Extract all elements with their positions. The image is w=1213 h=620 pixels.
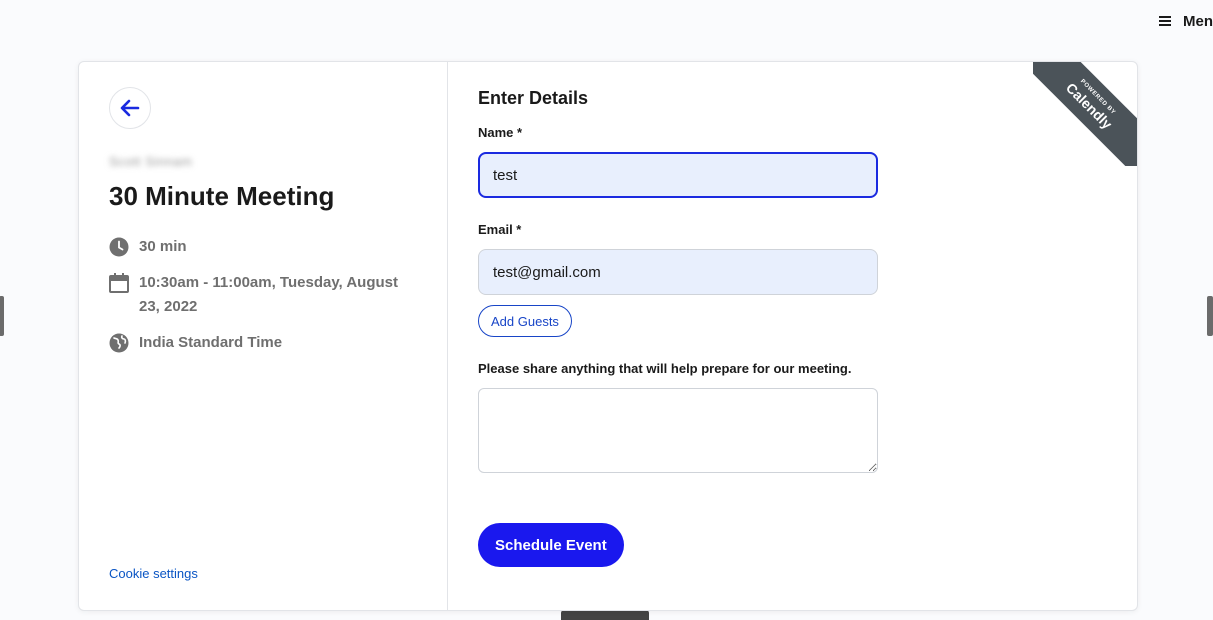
notes-textarea[interactable] — [478, 388, 878, 473]
arrow-left-icon — [120, 99, 140, 117]
timezone-text: India Standard Time — [139, 334, 283, 351]
event-duration: 30 min — [109, 235, 187, 259]
hamburger-menu-icon — [1159, 15, 1173, 27]
calendly-ribbon: POWERED BY Calendly — [1033, 62, 1137, 166]
globe-icon — [109, 331, 129, 355]
event-timezone: India Standard Time — [109, 331, 282, 355]
bottom-handle[interactable] — [561, 610, 649, 620]
form-heading: Enter Details — [478, 88, 589, 108]
clock-icon — [109, 235, 129, 259]
back-button[interactable] — [109, 87, 151, 129]
booking-card: Scott Sinnam 30 Minute Meeting 30 min 10… — [78, 61, 1138, 611]
calendar-icon — [109, 271, 129, 295]
organizer-name: Scott Sinnam — [109, 154, 193, 169]
duration-text: 30 min — [139, 238, 187, 255]
email-label: Email * — [478, 222, 522, 237]
right-scroll-handle[interactable] — [1207, 296, 1213, 336]
left-scroll-handle[interactable] — [0, 296, 4, 336]
schedule-event-button[interactable]: Schedule Event — [478, 523, 624, 567]
event-details-panel: Scott Sinnam 30 Minute Meeting 30 min 10… — [79, 62, 448, 610]
email-field[interactable] — [478, 249, 878, 295]
menu-label: Men — [1183, 12, 1213, 30]
add-guests-button[interactable]: Add Guests — [478, 305, 572, 337]
details-form-panel: Enter Details Name * Email * Add Guests … — [448, 62, 1137, 610]
notes-label: Please share anything that will help pre… — [478, 361, 852, 376]
powered-by-badge[interactable]: POWERED BY Calendly — [1033, 62, 1137, 166]
cookie-settings-link[interactable]: Cookie settings — [109, 566, 198, 581]
datetime-text: 10:30am - 11:00am, Tuesday, August 23, 2… — [139, 274, 398, 315]
name-label: Name * — [478, 125, 523, 140]
name-field[interactable] — [478, 152, 878, 198]
event-title: 30 Minute Meeting — [109, 181, 335, 211]
menu-button[interactable]: Men — [1159, 10, 1213, 32]
event-datetime: 10:30am - 11:00am, Tuesday, August 23, 2… — [109, 271, 409, 319]
